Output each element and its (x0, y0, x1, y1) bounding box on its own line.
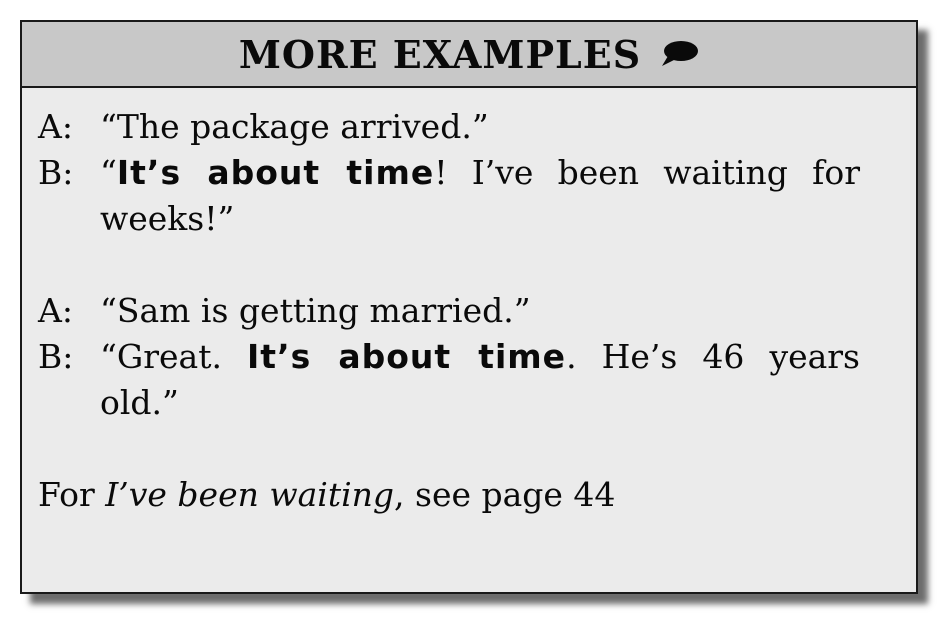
speech-bubble-icon (659, 39, 699, 69)
reference-suffix: , see page 44 (394, 475, 616, 514)
dialogue-line: A: “Sam is getting married.” (38, 288, 860, 334)
idiom-phrase: It’s about time (116, 153, 435, 192)
speaker-label: B: (38, 153, 74, 192)
utterance-text: “The package arrived.” (100, 107, 489, 146)
box-header: MORE EXAMPLES (22, 22, 916, 88)
utterance: “Sam is getting married.” (100, 288, 860, 334)
speaker-label: B: (38, 337, 74, 376)
examples-content: A: “The package arrived.” B: “It’s about… (38, 104, 860, 518)
speaker-label: A: (38, 107, 73, 146)
dialogue-line: B: “Great. It’s about time. He’s 46 year… (38, 334, 860, 426)
idiom-phrase: It’s about time (247, 337, 567, 376)
utterance: “Great. It’s about time. He’s 46 years o… (100, 334, 860, 426)
dialogue-line: B: “It’s about time! I’ve been waiting f… (38, 150, 860, 242)
utterance-text: “Great. (100, 337, 248, 376)
speaker-label: A: (38, 291, 73, 330)
box-title: MORE EXAMPLES (238, 31, 642, 77)
reference-phrase: I’ve been waiting (105, 475, 395, 514)
utterance: “It’s about time! I’ve been waiting for … (100, 150, 860, 242)
reference-prefix: For (38, 475, 106, 514)
dialogue-line: A: “The package arrived.” (38, 104, 860, 150)
utterance-text: “Sam is getting married.” (100, 291, 531, 330)
cross-reference: For I’ve been waiting, see page 44 (38, 472, 860, 518)
utterance: “The package arrived.” (100, 104, 860, 150)
utterance-text: “ (100, 153, 117, 192)
cross-reference-text: For I’ve been waiting, see page 44 (38, 472, 615, 518)
